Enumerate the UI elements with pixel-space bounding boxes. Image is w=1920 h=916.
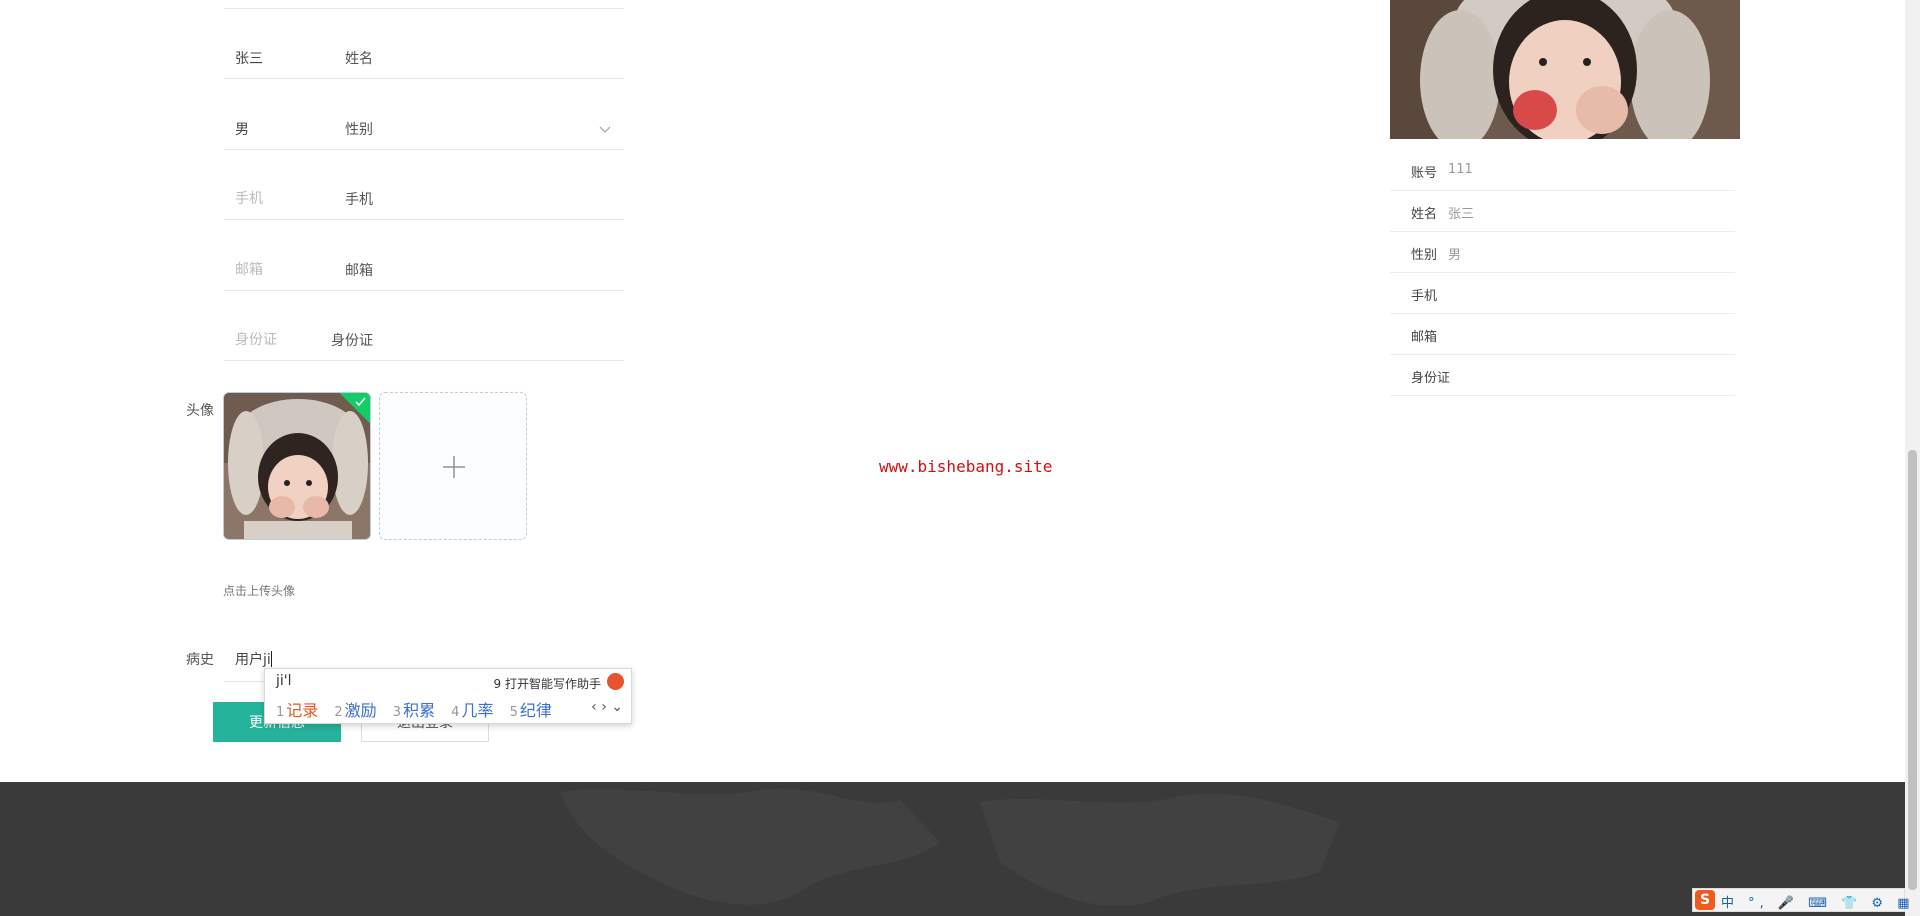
form-row-id-card: 身份证: [160, 321, 630, 361]
upload-tip: 点击上传头像: [223, 584, 296, 598]
gender-selected-value: 男: [235, 122, 249, 138]
email-field[interactable]: [224, 251, 624, 291]
assistant-icon[interactable]: [607, 673, 624, 690]
name-input[interactable]: [224, 39, 624, 77]
ime-candidate[interactable]: 5 纪律: [510, 701, 552, 720]
text-caret: [270, 651, 272, 667]
profile-page: 姓名 性别 男 手机 邮箱 身份证 头像: [0, 0, 1905, 916]
info-row-email: 邮箱: [1390, 314, 1735, 355]
id-card-input[interactable]: [224, 321, 624, 359]
id-card-field[interactable]: [224, 321, 624, 361]
previous-field-underline: [224, 8, 624, 9]
upload-button[interactable]: [379, 392, 527, 540]
avatar-photo: [224, 393, 370, 539]
plus-icon: [443, 456, 465, 478]
ime-candidate[interactable]: 3 积累: [393, 701, 435, 720]
ime-composition: ji'l: [276, 673, 292, 689]
ime-status-bar[interactable]: S 中 °, 🎤 ⌨ 👕 ⚙ ▦ ✿: [1692, 888, 1920, 912]
scrollbar-thumb[interactable]: [1908, 450, 1917, 890]
chevron-down-icon: [599, 126, 611, 133]
world-map-decoration: [560, 788, 1340, 907]
profile-avatar-image: [1390, 0, 1740, 139]
info-row-gender: 性别 男: [1390, 232, 1735, 273]
check-icon: [355, 397, 366, 407]
form-row-phone: 手机: [160, 180, 630, 220]
name-field[interactable]: [224, 39, 624, 79]
ime-page-nav[interactable]: ‹ › ⌄: [591, 699, 623, 715]
info-row-name: 姓名 张三: [1390, 191, 1735, 232]
email-input[interactable]: [224, 251, 624, 289]
ime-assistant-link[interactable]: 9 打开智能写作助手: [494, 675, 601, 692]
ime-candidate[interactable]: 1 记录: [276, 701, 318, 720]
info-row-account: 账号 111: [1390, 150, 1735, 191]
sogou-logo-icon[interactable]: S: [1695, 890, 1715, 910]
avatar-label: 头像: [186, 403, 214, 419]
form-row-name: 姓名: [160, 39, 630, 79]
ime-candidate-window: ji'l 9 打开智能写作助手 1 记录 2 激励 3 积累 4 几率 5 纪律 ‹ › …: [264, 668, 632, 724]
info-row-phone: 手机: [1390, 273, 1735, 314]
watermark-text: www.bishebang.site: [879, 457, 1053, 476]
gender-select[interactable]: 男: [224, 110, 624, 150]
ime-candidate[interactable]: 4 几率: [451, 701, 493, 720]
ime-candidate-list: 1 记录 2 激励 3 积累 4 几率 5 纪律: [276, 697, 563, 721]
phone-input[interactable]: [224, 180, 624, 218]
page-footer: [0, 782, 1905, 916]
history-label: 病史: [186, 652, 214, 668]
ime-candidate[interactable]: 2 激励: [334, 701, 376, 720]
profile-photo: [1390, 0, 1740, 139]
phone-field[interactable]: [224, 180, 624, 220]
avatar-thumbnail[interactable]: [223, 392, 371, 540]
form-row-gender: 性别 男: [160, 110, 630, 150]
vertical-scrollbar[interactable]: [1905, 0, 1920, 916]
form-row-email: 邮箱: [160, 251, 630, 291]
ime-tray-items[interactable]: 中 °, 🎤 ⌨ 👕 ⚙ ▦ ✿: [1721, 892, 1920, 911]
info-row-id-card: 身份证: [1390, 355, 1735, 396]
